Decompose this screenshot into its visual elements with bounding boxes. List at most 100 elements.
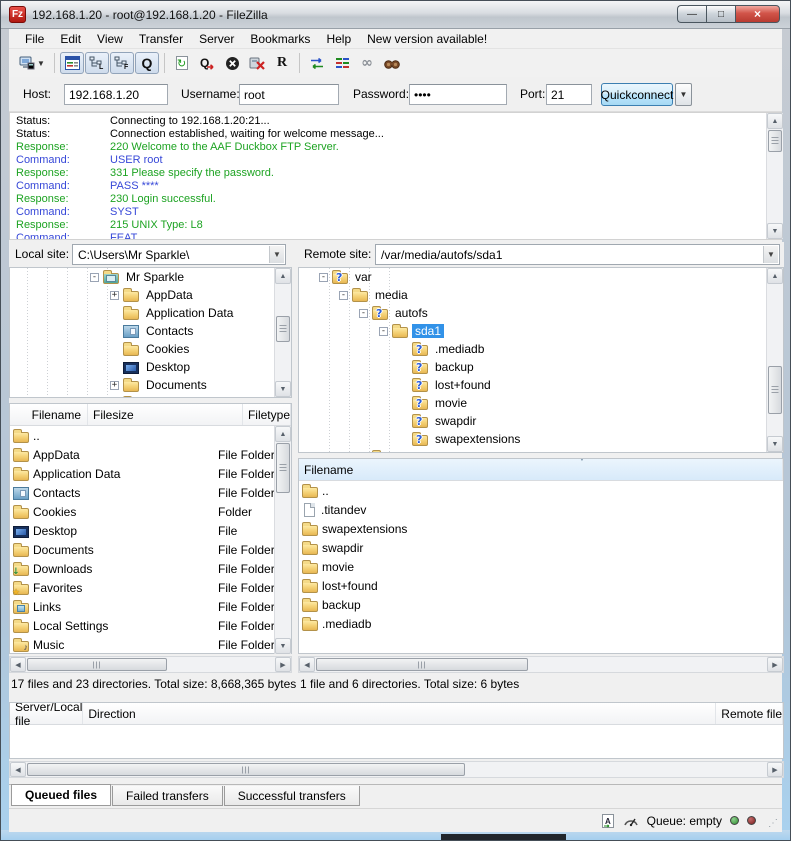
- tree-item[interactable]: Desktop: [10, 358, 291, 376]
- combo-dropdown-icon[interactable]: ▼: [269, 246, 284, 263]
- tree-expander[interactable]: [90, 273, 99, 282]
- find-files-button[interactable]: [380, 52, 404, 74]
- tree-expander[interactable]: [339, 291, 348, 300]
- local-site-combo[interactable]: C:\Users\Mr Sparkle\ ▼: [72, 244, 286, 265]
- tree-item[interactable]: Downloads: [10, 394, 291, 398]
- remote-list-hscrollbar[interactable]: ◀ ▶: [298, 656, 784, 673]
- column-header[interactable]: Filename: [299, 459, 783, 480]
- file-row[interactable]: ..: [10, 426, 291, 445]
- scrollbar-thumb[interactable]: [27, 658, 167, 671]
- tree-item[interactable]: swapextensions: [299, 430, 783, 448]
- tree-item[interactable]: Application Data: [10, 304, 291, 322]
- speed-limits-icon[interactable]: [623, 814, 639, 827]
- file-row[interactable]: ..: [299, 481, 783, 500]
- menu-item[interactable]: Transfer: [131, 30, 191, 48]
- tree-expander[interactable]: [379, 327, 388, 336]
- menu-item[interactable]: Help: [318, 30, 359, 48]
- menu-item[interactable]: Edit: [52, 30, 89, 48]
- file-row[interactable]: backup: [299, 595, 783, 614]
- file-row[interactable]: Links File Folder: [10, 597, 291, 616]
- scrollbar-thumb[interactable]: [768, 366, 782, 414]
- tree-item[interactable]: Contacts: [10, 322, 291, 340]
- site-manager-button[interactable]: ▼: [15, 52, 49, 74]
- local-list-hscrollbar[interactable]: ◀ ▶: [9, 656, 292, 673]
- tree-item[interactable]: sda1: [299, 322, 783, 340]
- tree-item[interactable]: Cookies: [10, 340, 291, 358]
- toggle-remote-tree-button[interactable]: F: [110, 52, 134, 74]
- toggle-local-tree-button[interactable]: L: [85, 52, 109, 74]
- file-row[interactable]: AppData File Folder: [10, 445, 291, 464]
- tree-expander[interactable]: [110, 381, 119, 390]
- file-row[interactable]: swapdir: [299, 538, 783, 557]
- queue-tab[interactable]: Successful transfers: [224, 786, 360, 806]
- local-list-scrollbar[interactable]: ▲ ▼: [274, 426, 291, 654]
- file-row[interactable]: Local Settings File Folder: [10, 616, 291, 635]
- tree-item[interactable]: Documents: [10, 376, 291, 394]
- file-row[interactable]: swapextensions: [299, 519, 783, 538]
- tree-item[interactable]: Mr Sparkle: [10, 268, 291, 286]
- menu-item[interactable]: File: [17, 30, 52, 48]
- tree-item[interactable]: dvd: [299, 448, 783, 453]
- scrollbar-thumb[interactable]: [768, 130, 782, 152]
- minimize-button[interactable]: —: [677, 5, 706, 23]
- menu-item[interactable]: New version available!: [359, 30, 495, 48]
- transfer-type-icon[interactable]: A: [601, 813, 615, 829]
- combo-dropdown-icon[interactable]: ▼: [763, 246, 778, 263]
- column-header[interactable]: Filetype: [243, 404, 291, 425]
- scrollbar-thumb[interactable]: [276, 316, 290, 342]
- tree-item[interactable]: autofs: [299, 304, 783, 322]
- scrollbar-thumb[interactable]: [276, 443, 290, 493]
- tree-item[interactable]: swapdir: [299, 412, 783, 430]
- toggle-queue-button[interactable]: Q: [135, 52, 159, 74]
- column-header[interactable]: Direction: [83, 703, 716, 724]
- reconnect-button[interactable]: R: [270, 52, 294, 74]
- column-header[interactable]: Filename: [10, 404, 88, 425]
- tree-item[interactable]: backup: [299, 358, 783, 376]
- directory-comparison-button[interactable]: [305, 52, 329, 74]
- file-row[interactable]: Cookies Folder: [10, 502, 291, 521]
- menu-item[interactable]: Server: [191, 30, 242, 48]
- file-row[interactable]: Contacts File Folder: [10, 483, 291, 502]
- column-header[interactable]: Remote file: [716, 703, 783, 724]
- host-input[interactable]: [64, 84, 168, 105]
- resize-grip[interactable]: ⋰: [768, 819, 778, 829]
- file-row[interactable]: .mediadb: [299, 614, 783, 633]
- file-row[interactable]: .titandev: [299, 500, 783, 519]
- file-row[interactable]: Downloads File Folder: [10, 559, 291, 578]
- tree-expander[interactable]: [359, 309, 368, 318]
- file-row[interactable]: Documents File Folder: [10, 540, 291, 559]
- tree-expander[interactable]: [110, 291, 119, 300]
- quickconnect-button[interactable]: Quickconnect: [601, 83, 673, 106]
- process-queue-button[interactable]: Q: [195, 52, 219, 74]
- synchronized-browsing-button[interactable]: [330, 52, 354, 74]
- file-row[interactable]: movie: [299, 557, 783, 576]
- scrollbar-thumb[interactable]: [316, 658, 528, 671]
- column-header[interactable]: Filesize: [88, 404, 243, 425]
- disconnect-button[interactable]: [245, 52, 269, 74]
- local-tree-scrollbar[interactable]: ▲ ▼: [274, 268, 291, 397]
- tree-item[interactable]: .mediadb: [299, 340, 783, 358]
- scrollbar-thumb[interactable]: [27, 763, 465, 776]
- tree-item[interactable]: media: [299, 286, 783, 304]
- file-row[interactable]: Desktop File: [10, 521, 291, 540]
- tree-item[interactable]: var: [299, 268, 783, 286]
- tree-item[interactable]: AppData: [10, 286, 291, 304]
- close-button[interactable]: ×: [735, 5, 780, 23]
- file-row[interactable]: Application Data File Folder: [10, 464, 291, 483]
- toggle-message-log-button[interactable]: [60, 52, 84, 74]
- maximize-button[interactable]: □: [706, 5, 735, 23]
- title-bar[interactable]: Fz 192.168.1.20 - root@192.168.1.20 - Fi…: [1, 1, 790, 29]
- tree-expander[interactable]: [319, 273, 328, 282]
- file-row[interactable]: Favorites File Folder: [10, 578, 291, 597]
- password-input[interactable]: [409, 84, 507, 105]
- refresh-button[interactable]: ↻: [170, 52, 194, 74]
- remote-tree-scrollbar[interactable]: ▲ ▼: [766, 268, 783, 452]
- menu-item[interactable]: Bookmarks: [242, 30, 318, 48]
- queue-tab[interactable]: Failed transfers: [112, 786, 223, 806]
- file-row[interactable]: lost+found: [299, 576, 783, 595]
- remote-site-combo[interactable]: /var/media/autofs/sda1 ▼: [375, 244, 780, 265]
- column-header[interactable]: Server/Local file: [10, 703, 83, 724]
- username-input[interactable]: [239, 84, 339, 105]
- message-log-scrollbar[interactable]: ▲ ▼: [766, 113, 783, 239]
- queue-tab[interactable]: Queued files: [11, 784, 111, 806]
